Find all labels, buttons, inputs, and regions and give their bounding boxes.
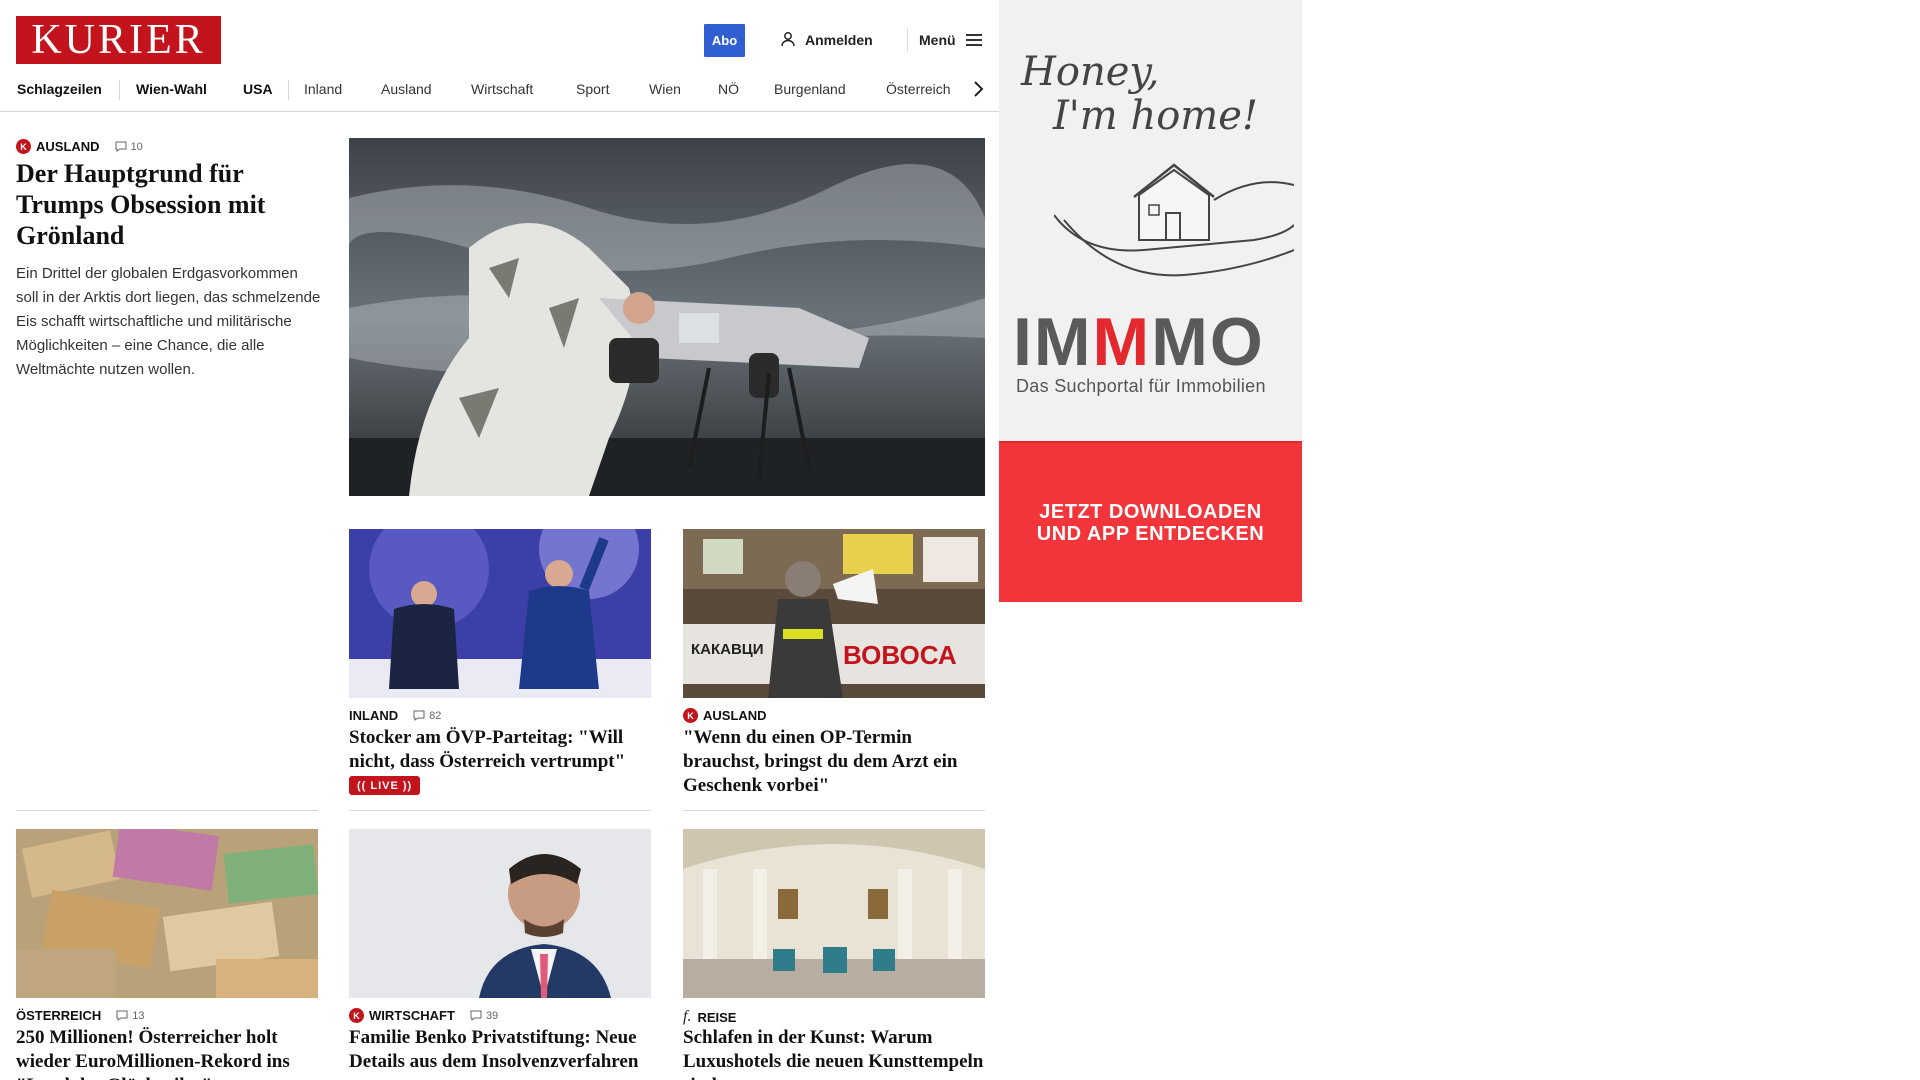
article-meta: ÖSTERREICH 13 <box>16 1008 144 1023</box>
article-meta: K AUSLAND <box>683 708 767 723</box>
article-category[interactable]: INLAND <box>349 708 398 723</box>
comment-count[interactable]: 13 <box>116 1010 144 1022</box>
lead-category[interactable]: AUSLAND <box>36 139 100 154</box>
news-site: KURIER Abo Anmelden Menü Schlagzeilen Wi… <box>0 0 999 1080</box>
article-meta: f. REISE <box>683 1008 736 1026</box>
article-image-banknotes[interactable] <box>16 829 318 998</box>
row-divider <box>16 810 318 811</box>
lead-title[interactable]: Der Hauptgrund für Trumps Obsession mit … <box>16 158 316 251</box>
article-category[interactable]: ÖSTERREICH <box>16 1008 101 1023</box>
immmo-logo: IMMMO <box>1013 304 1265 380</box>
article-category[interactable]: WIRTSCHAFT <box>369 1008 455 1023</box>
kurier-plus-icon: K <box>683 708 698 723</box>
nav-item-wirtschaft[interactable]: Wirtschaft <box>471 81 533 97</box>
article-meta: INLAND 82 <box>349 708 441 723</box>
login-button[interactable]: Anmelden <box>780 30 873 50</box>
ad-tagline: Das Suchportal für Immobilien <box>1016 376 1266 396</box>
comment-count[interactable]: 82 <box>413 710 441 722</box>
svg-text:КАКАВЦИ: КАКАВЦИ <box>691 641 764 658</box>
row-divider <box>683 810 985 811</box>
hamburger-icon <box>965 34 982 46</box>
article-title[interactable]: 250 Millionen! Österreicher holt wieder … <box>16 1026 318 1080</box>
article-image-benko[interactable] <box>349 829 651 998</box>
svg-text:ВОВОСА: ВОВОСА <box>843 640 957 670</box>
header-divider <box>907 28 908 52</box>
article-title[interactable]: "Wenn du einen OP-Termin brauchst, bring… <box>683 726 985 798</box>
top-bar: KURIER Abo Anmelden Menü <box>0 0 999 80</box>
menu-button[interactable]: Menü <box>919 30 982 50</box>
article-meta: K WIRTSCHAFT 39 <box>349 1008 498 1023</box>
article-title[interactable]: Stocker am ÖVP-Parteitag: "Will nicht, d… <box>349 726 651 774</box>
nav-item-ausland[interactable]: Ausland <box>381 81 432 97</box>
house-in-hand-illustration <box>1053 155 1295 285</box>
article-title[interactable]: Schlafen in der Kunst: Warum Luxushotels… <box>683 1026 985 1080</box>
lead-meta: K AUSLAND 10 <box>16 139 143 154</box>
kurier-plus-icon: K <box>349 1008 364 1023</box>
lead-teaser[interactable]: Ein Drittel der globalen Erdgasvorkommen… <box>16 262 321 382</box>
reise-icon: f. <box>683 1008 692 1025</box>
ad-script-text: Honey, I'm home! <box>1021 49 1258 139</box>
category-nav: Schlagzeilen Wien-Wahl USA Inland Auslan… <box>0 72 999 112</box>
nav-item-wien-wahl[interactable]: Wien-Wahl <box>136 81 207 97</box>
menu-label: Menü <box>919 32 956 48</box>
comment-icon <box>413 710 425 721</box>
nav-item-oesterreich[interactable]: Österreich <box>886 81 951 97</box>
nav-item-sport[interactable]: Sport <box>576 81 609 97</box>
article-category[interactable]: AUSLAND <box>703 708 767 723</box>
nav-scroll-right-icon[interactable] <box>966 77 990 101</box>
nav-item-wien[interactable]: Wien <box>649 81 681 97</box>
row-divider <box>349 810 651 811</box>
nav-item-inland[interactable]: Inland <box>304 81 342 97</box>
article-title[interactable]: Familie Benko Privatstiftung: Neue Detai… <box>349 1026 651 1074</box>
comment-icon <box>116 1010 128 1021</box>
nav-item-noe[interactable]: NÖ <box>718 81 739 97</box>
login-label: Anmelden <box>805 32 873 48</box>
kurier-plus-icon: K <box>16 139 31 154</box>
nav-item-usa[interactable]: USA <box>243 81 273 97</box>
comment-count[interactable]: 39 <box>470 1010 498 1022</box>
ad-cta-button[interactable]: JETZT DOWNLOADEN UND APP ENTDECKEN <box>999 443 1302 602</box>
article-image-parteitag[interactable] <box>349 529 651 698</box>
article-image-protest[interactable]: КАКАВЦИ ВОВОСА <box>683 529 985 698</box>
immmo-ad[interactable]: Honey, I'm home! IMMMO Das Suchportal fü… <box>999 0 1302 602</box>
comment-icon <box>115 141 127 152</box>
kurier-logo[interactable]: KURIER <box>16 16 221 64</box>
lead-image-soldier[interactable] <box>349 138 985 496</box>
article-category[interactable]: REISE <box>697 1010 736 1025</box>
nav-divider <box>288 80 289 100</box>
user-icon <box>780 31 796 50</box>
live-badge: (( LIVE )) <box>349 776 421 795</box>
abo-button[interactable]: Abo <box>704 24 745 57</box>
nav-item-burgenland[interactable]: Burgenland <box>774 81 846 97</box>
article-image-hotel[interactable] <box>683 829 985 998</box>
nav-divider <box>119 80 120 100</box>
nav-item-schlagzeilen[interactable]: Schlagzeilen <box>17 81 102 97</box>
comment-icon <box>470 1010 482 1021</box>
comment-count[interactable]: 10 <box>115 141 143 153</box>
